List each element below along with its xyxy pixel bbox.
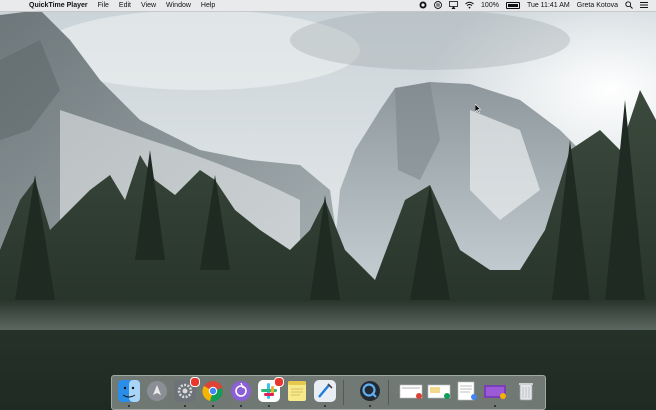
- running-indicator: [324, 405, 326, 407]
- notification-center-icon[interactable]: [640, 1, 648, 11]
- notes-icon[interactable]: [285, 379, 309, 403]
- xcode-icon[interactable]: [313, 379, 337, 403]
- desktop-wallpaper: [0, 0, 656, 410]
- record-icon[interactable]: [419, 1, 427, 11]
- menu-file[interactable]: File: [98, 2, 109, 9]
- running-indicator: [268, 405, 270, 407]
- running-indicator: [184, 405, 186, 407]
- running-indicator: [369, 405, 371, 407]
- pause-icon[interactable]: [434, 0, 442, 11]
- quicktime-icon[interactable]: [358, 379, 382, 403]
- chrome-icon[interactable]: [201, 379, 225, 403]
- document-thumbnail-icon[interactable]: [455, 379, 479, 403]
- wifi-icon[interactable]: [465, 1, 474, 11]
- menu-window[interactable]: Window: [166, 2, 191, 9]
- system-preferences-icon[interactable]: [173, 377, 200, 403]
- slack-icon[interactable]: [257, 377, 284, 403]
- user-menu[interactable]: Greta Kotova: [577, 0, 618, 11]
- airplay-icon[interactable]: [449, 0, 458, 11]
- menu-bar: QuickTime Player File Edit View Window H…: [0, 0, 656, 12]
- running-indicator: [212, 405, 214, 407]
- document-thumbnail-icon[interactable]: [427, 379, 451, 403]
- battery-icon[interactable]: [505, 2, 520, 9]
- dock: [111, 375, 546, 410]
- menu-edit[interactable]: Edit: [119, 2, 131, 9]
- running-indicator: [128, 405, 130, 407]
- notification-badge: [190, 377, 200, 387]
- document-thumbnail-icon[interactable]: [399, 379, 423, 403]
- app-menu-quicktime[interactable]: QuickTime Player: [29, 2, 88, 9]
- menu-help[interactable]: Help: [201, 2, 215, 9]
- menu-view[interactable]: View: [141, 2, 156, 9]
- trash-icon[interactable]: [514, 379, 538, 403]
- dock-separator: [388, 380, 389, 405]
- launchpad-icon[interactable]: [145, 379, 169, 403]
- dock-separator: [343, 380, 344, 405]
- search-icon[interactable]: [625, 0, 633, 11]
- menubar-clock[interactable]: Tue 11:41 AM: [527, 0, 570, 11]
- screenshot-thumbnail-icon[interactable]: [483, 379, 507, 403]
- podcast-icon[interactable]: [229, 379, 253, 403]
- running-indicator: [240, 405, 242, 407]
- running-indicator: [494, 405, 496, 407]
- mouse-cursor-icon: [474, 100, 482, 118]
- battery-percent[interactable]: 100%: [481, 0, 499, 11]
- notification-badge: [274, 377, 284, 387]
- finder-icon[interactable]: [117, 379, 141, 403]
